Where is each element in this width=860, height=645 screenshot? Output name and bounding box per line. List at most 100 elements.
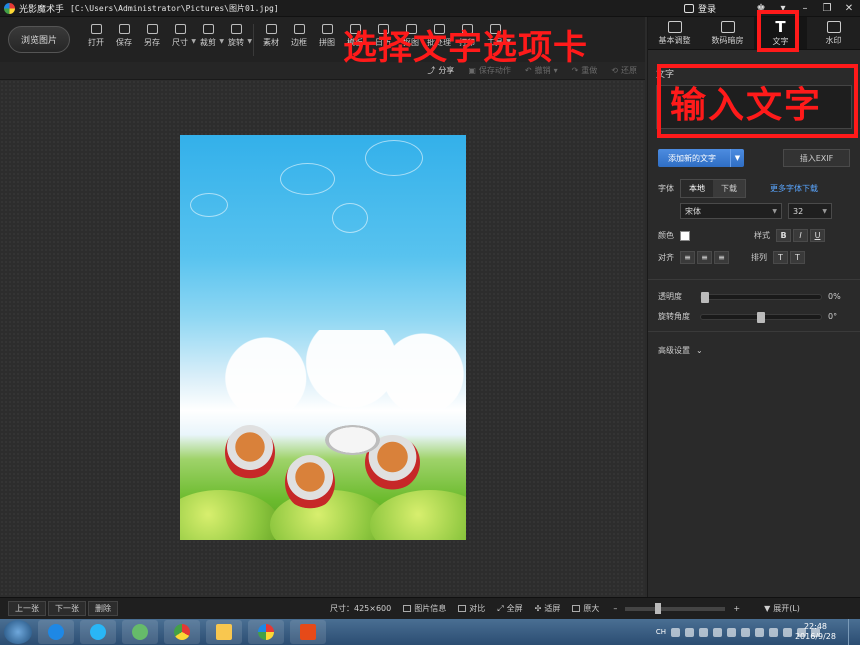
font-name-select[interactable]: 宋体 ▼ <box>680 203 782 219</box>
resize-icon <box>174 23 186 34</box>
italic-button[interactable]: I <box>793 229 808 242</box>
font-download-tab[interactable]: 下载 <box>713 180 745 197</box>
image-canvas[interactable] <box>0 80 645 597</box>
lang-indicator[interactable]: CH <box>656 628 666 636</box>
delete-button[interactable]: 删除 <box>88 601 118 616</box>
zoom-slider[interactable] <box>625 602 726 614</box>
info-icon <box>403 605 412 612</box>
taskbar-ppt[interactable] <box>290 620 326 644</box>
tab-basic-adjust[interactable]: 基本调整 <box>648 17 701 49</box>
ant-character <box>285 455 335 510</box>
tool-crop[interactable]: 裁剪 ▼ <box>194 23 224 56</box>
qq-icon[interactable] <box>741 627 750 637</box>
tool-resize[interactable]: 尺寸 ▼ <box>166 23 196 56</box>
display-icon[interactable] <box>783 627 792 637</box>
taskbar-ie[interactable] <box>38 620 74 644</box>
more-fonts-link[interactable]: 更多字体下载 <box>770 183 818 194</box>
tool-material[interactable]: 素材 <box>257 23 285 56</box>
font-local-tab[interactable]: 本地 <box>681 180 713 197</box>
tool-collage[interactable]: 拼图 <box>313 23 341 56</box>
horizontal-text-icon[interactable]: T <box>773 251 788 264</box>
annotation-input-text: 输入文字 <box>670 84 823 126</box>
cloud-layer <box>180 330 466 410</box>
divider <box>648 279 860 280</box>
compare-button[interactable]: 对比 <box>458 603 485 614</box>
tool-rotate[interactable]: 旋转 ▼ <box>222 23 252 56</box>
bush <box>180 490 280 540</box>
photo-preview[interactable] <box>180 135 466 540</box>
rotation-value: 0° <box>828 312 838 321</box>
tool-open[interactable]: 打开 <box>82 23 110 56</box>
original-size-button[interactable]: 原大 <box>572 603 599 614</box>
fit-screen-button[interactable]: ✣ 适屏 <box>535 603 561 614</box>
app-logo-icon <box>258 624 274 640</box>
align-left-icon[interactable]: ≡ <box>680 251 695 264</box>
font-source-toggle: 本地 下载 <box>680 179 746 198</box>
rotation-slider-knob[interactable] <box>757 311 765 323</box>
tool-save-as[interactable]: 另存 <box>138 23 166 56</box>
opacity-value: 0% <box>828 292 841 301</box>
advanced-settings-toggle[interactable]: 高级设置 ⌄ <box>658 345 703 356</box>
chevron-down-icon[interactable]: ▼ <box>247 38 252 45</box>
bush <box>370 490 466 540</box>
app-logo-icon <box>4 2 15 14</box>
zoom-out-icon[interactable]: – <box>613 604 617 613</box>
tray-icon[interactable] <box>755 627 764 637</box>
opacity-slider-knob[interactable] <box>701 291 709 303</box>
next-image-button[interactable]: 下一张 <box>48 601 86 616</box>
maximize-button[interactable]: ❐ <box>816 0 838 17</box>
taskbar-photo-app[interactable] <box>248 620 284 644</box>
tab-watermark[interactable]: 水印 <box>807 17 860 49</box>
chrome-icon <box>174 624 190 640</box>
tool-save[interactable]: 保存 <box>110 23 138 56</box>
tool-border[interactable]: 边框 <box>285 23 313 56</box>
crop-icon <box>202 23 214 34</box>
image-info-button[interactable]: 图片信息 <box>403 603 446 614</box>
font-size-select[interactable]: 32 ▼ <box>788 203 832 219</box>
restore-button[interactable]: ⟲ 还原 <box>611 65 637 76</box>
taskbar-chrome[interactable] <box>164 620 200 644</box>
save-as-icon <box>146 23 158 34</box>
ant-character <box>225 425 275 480</box>
login-label: 登录 <box>697 5 716 15</box>
taskbar-explorer[interactable] <box>206 620 242 644</box>
network-icon[interactable] <box>713 627 722 637</box>
vertical-text-icon[interactable]: T <box>790 251 805 264</box>
start-button[interactable] <box>4 620 32 644</box>
zoom-in-icon[interactable]: + <box>733 604 740 613</box>
clock[interactable]: 22:48 2016/9/28 <box>795 622 836 642</box>
prev-image-button[interactable]: 上一张 <box>8 601 46 616</box>
green-browser-icon <box>132 624 148 640</box>
tray-icon[interactable] <box>699 627 708 637</box>
file-path: [C:\Users\Administrator\Pictures\图片01.jp… <box>70 3 279 13</box>
opacity-slider[interactable] <box>700 291 822 303</box>
taskbar-360[interactable] <box>122 620 158 644</box>
bold-button[interactable]: B <box>776 229 791 242</box>
taskbar-browser[interactable] <box>80 620 116 644</box>
underline-button[interactable]: U <box>810 229 825 242</box>
add-text-button[interactable]: 添加新的文字 ▼ <box>658 149 744 167</box>
expand-button[interactable]: ▼ 展开(L) <box>764 603 800 614</box>
align-center-icon[interactable]: ≡ <box>697 251 712 264</box>
tab-darkroom[interactable]: 数码暗房 <box>701 17 754 49</box>
rotation-slider[interactable] <box>700 311 822 323</box>
browse-images-button[interactable]: 浏览图片 <box>8 26 70 53</box>
cloud-doodle <box>332 203 368 233</box>
insert-exif-button[interactable]: 插入EXIF <box>783 149 850 167</box>
zoom-slider-knob[interactable] <box>655 602 662 614</box>
color-swatch[interactable] <box>680 230 690 241</box>
close-button[interactable]: ✕ <box>838 0 860 17</box>
login-button[interactable]: 登录 <box>683 2 716 15</box>
fullscreen-button[interactable]: ⤢ 全屏 <box>497 603 522 614</box>
show-desktop-button[interactable] <box>848 619 860 645</box>
security-icon[interactable] <box>727 627 736 637</box>
chevron-down-icon: ▼ <box>764 604 771 613</box>
help-icon[interactable] <box>685 627 694 637</box>
flag-icon[interactable] <box>769 627 778 637</box>
annotation-select-text-tab: 选择文字选项卡 <box>343 28 588 68</box>
keyboard-icon[interactable] <box>671 627 680 637</box>
collage-icon <box>321 23 333 34</box>
align-right-icon[interactable]: ≡ <box>714 251 729 264</box>
chevron-down-icon[interactable]: ▼ <box>730 149 744 167</box>
watermark-icon <box>826 20 841 33</box>
